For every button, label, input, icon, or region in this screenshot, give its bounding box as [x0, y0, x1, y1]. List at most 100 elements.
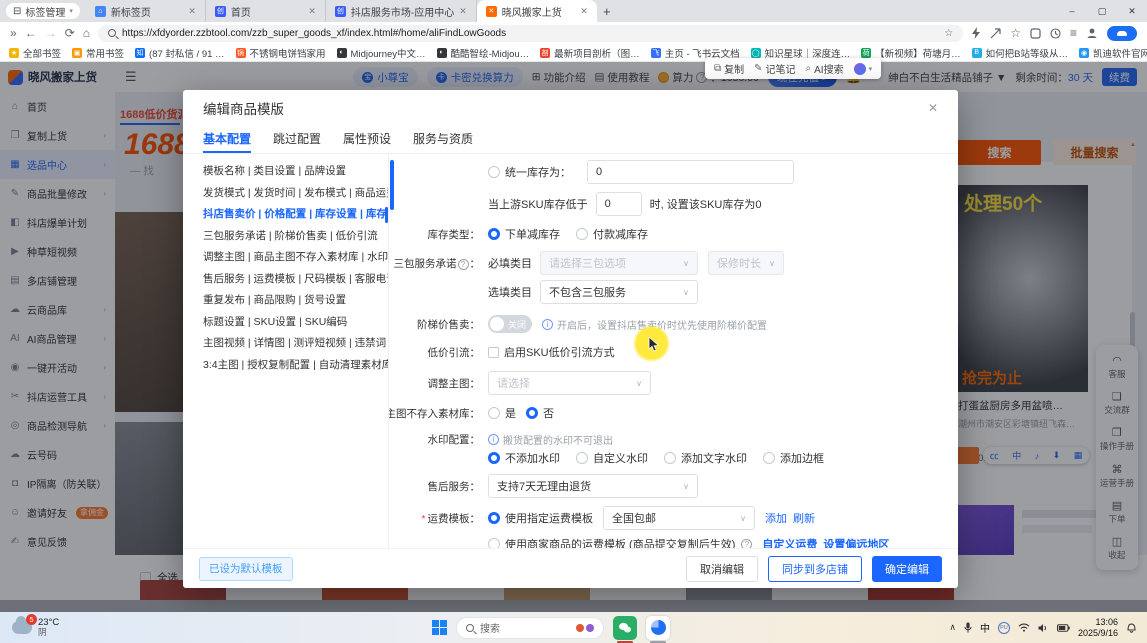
taskbar-search[interactable]: 搜索: [456, 617, 604, 639]
modal-tab[interactable]: 跳过配置: [273, 126, 321, 153]
refresh-freight-link[interactable]: 刷新: [793, 510, 815, 526]
bookmark-item[interactable]: 剖 最新项目剖析（图…: [540, 46, 640, 60]
tab-manager-button[interactable]: ⊟ 标签管理 ▾: [6, 3, 80, 19]
main-image-yes-radio[interactable]: 是: [488, 405, 516, 421]
watermark-option-radio[interactable]: 不添加水印: [488, 450, 560, 466]
bookmark-item[interactable]: ◉ 凯迪软件官网-商…: [1079, 46, 1147, 60]
modal-menu-item[interactable]: 三包服务承诺 | 阶梯价售卖 | 低价引流: [203, 226, 388, 248]
adjust-main-select[interactable]: 请选择∨: [488, 371, 651, 395]
history-icon[interactable]: [1050, 28, 1061, 39]
browser-tab[interactable]: 创 首页 ✕: [206, 0, 326, 22]
cancel-edit-button[interactable]: 取消编辑: [686, 556, 758, 582]
bookmark-item[interactable]: B 如何把B站等级从…: [972, 46, 1068, 60]
clock[interactable]: 13:06 2025/9/16: [1078, 617, 1118, 638]
tab-close-icon[interactable]: ✕: [188, 6, 196, 17]
browser-tab[interactable]: ✕ 晓风搬家上货 ✕: [477, 0, 597, 22]
tab-close-icon[interactable]: ✕: [459, 6, 467, 17]
aftersale-select[interactable]: 支持7天无理由退货∨: [488, 474, 698, 498]
note-button[interactable]: ✎记笔记: [754, 61, 795, 76]
profile-icon[interactable]: [1086, 27, 1098, 39]
toolbar-avatar-menu[interactable]: ▾: [854, 63, 873, 75]
remote-area-link[interactable]: 设置偏远地区: [823, 536, 889, 548]
form-scrollbar-thumb[interactable]: [390, 160, 394, 210]
lightning-icon[interactable]: [971, 27, 981, 39]
bookmark-star-icon[interactable]: ☆: [944, 28, 953, 39]
bookmark-item[interactable]: ★ 全部书签: [9, 46, 61, 60]
tier-price-toggle[interactable]: 关闭: [488, 315, 532, 333]
tray-app-icon[interactable]: PU: [998, 622, 1010, 634]
forward-button[interactable]: →: [45, 26, 57, 40]
new-tab-button[interactable]: +: [597, 4, 617, 19]
confirm-edit-button[interactable]: 确定编辑: [872, 556, 942, 582]
add-freight-link[interactable]: 添加: [765, 510, 787, 526]
extension-icon[interactable]: [1030, 28, 1041, 39]
watermark-option-radio[interactable]: 添加边框: [763, 450, 824, 466]
main-image-no-radio[interactable]: 否: [526, 405, 554, 421]
bookmark-item[interactable]: 知 (87 封私信 / 91 …: [135, 46, 225, 60]
freight-template-select[interactable]: 全国包邮∨: [603, 506, 755, 530]
notification-center-icon[interactable]: [1126, 622, 1137, 633]
extensions-overflow-icon[interactable]: »: [10, 26, 17, 40]
warranty-select[interactable]: 保修时长∨: [708, 251, 784, 275]
tab-close-icon[interactable]: ✕: [580, 6, 588, 17]
cloud-sync-pill[interactable]: [1107, 26, 1137, 41]
star-icon[interactable]: ☆: [1010, 26, 1021, 40]
bookmark-item[interactable]: 锅 不锈钢电饼铛家用: [236, 46, 326, 60]
tab-close-icon[interactable]: ✕: [308, 6, 316, 17]
low-stock-input[interactable]: 0: [596, 192, 642, 216]
battery-icon[interactable]: [1057, 624, 1070, 632]
weather-widget[interactable]: 5 23°C 阴: [0, 618, 59, 638]
modal-menu-item[interactable]: 标题设置 | SKU设置 | SKU编码: [203, 312, 388, 334]
close-window-button[interactable]: ✕: [1117, 0, 1147, 22]
bookmark-item[interactable]: ▣ 常用书签: [72, 46, 124, 60]
sanbao-select[interactable]: 请选择三包选项∨: [540, 251, 698, 275]
speaker-icon[interactable]: [1038, 623, 1049, 633]
low-price-checkbox[interactable]: 启用SKU低价引流方式: [488, 344, 615, 360]
copy-button[interactable]: ⧉复制: [714, 61, 744, 76]
browser-tab[interactable]: ⌂ 新标签页 ✕: [86, 0, 206, 22]
watermark-option-radio[interactable]: 自定义水印: [576, 450, 648, 466]
default-template-button[interactable]: 已设为默认模板: [199, 557, 293, 581]
modal-menu-item[interactable]: 模板名称 | 类目设置 | 品牌设置: [203, 161, 388, 183]
minimize-button[interactable]: –: [1057, 0, 1087, 22]
modal-menu-item[interactable]: 主图视频 | 详情图 | 测评短视频 | 违禁词: [203, 333, 388, 355]
modal-tab[interactable]: 服务与资质: [413, 126, 473, 153]
start-button[interactable]: [432, 620, 447, 635]
wifi-icon[interactable]: [1018, 623, 1030, 632]
back-button[interactable]: ←: [25, 26, 37, 40]
unified-stock-radio[interactable]: 统一库存为：: [488, 164, 571, 180]
url-bar[interactable]: https://xfdyorder.zzbtool.com/zzb_super_…: [98, 25, 963, 42]
modal-menu-item[interactable]: 重复发布 | 商品限购 | 货号设置: [203, 290, 388, 312]
tray-expand-icon[interactable]: ∧: [949, 622, 956, 633]
watermark-option-radio[interactable]: 添加文字水印: [664, 450, 747, 466]
stock-type-order-radio[interactable]: 下单减库存: [488, 226, 560, 242]
home-button[interactable]: ⌂: [83, 26, 90, 40]
browser-tab[interactable]: 创 抖店服务市场-应用中心 ✕: [326, 0, 477, 22]
reload-button[interactable]: ⟳: [65, 26, 75, 40]
modal-menu-item[interactable]: 售后服务 | 运费模板 | 尺码模板 | 客服电话: [203, 269, 388, 291]
microphone-icon[interactable]: [964, 622, 972, 633]
share-icon[interactable]: [990, 28, 1001, 39]
modal-menu-item[interactable]: 发货模式 | 发货时间 | 发布模式 | 商品运费处理: [203, 183, 388, 205]
optional-sanbao-select[interactable]: 不包含三包服务∨: [540, 280, 698, 304]
sync-multi-store-button[interactable]: 同步到多店铺: [768, 556, 862, 582]
close-icon[interactable]: ✕: [928, 101, 938, 115]
maximize-button[interactable]: ▢: [1087, 0, 1117, 22]
modal-tab[interactable]: 基本配置: [203, 126, 251, 153]
freight-specified-radio[interactable]: 使用指定运费模板: [488, 510, 593, 526]
modal-tab[interactable]: 属性预设: [343, 126, 391, 153]
ime-indicator[interactable]: 中: [980, 620, 990, 635]
wechat-app-icon[interactable]: [613, 616, 637, 640]
custom-freight-link[interactable]: 自定义运费: [762, 536, 817, 548]
modal-menu-item[interactable]: 3:4主图 | 授权复制配置 | 自动清理素材库: [203, 355, 388, 377]
modal-menu-item[interactable]: 抖店售卖价 | 价格配置 | 库存设置 | 库存类型: [203, 204, 388, 226]
bookmark-item[interactable]: ◐ 酷酷智绘-Midjou…: [437, 46, 530, 60]
freight-merchant-radio[interactable]: 使用商家商品的运费模板 (商品提交复制后生效): [488, 536, 735, 548]
unified-stock-input[interactable]: 0: [587, 160, 794, 184]
stock-type-payment-radio[interactable]: 付款减库存: [576, 226, 648, 242]
menu-icon[interactable]: ≡: [1070, 26, 1077, 40]
bookmark-item[interactable]: ◐ Midjourney中文…: [337, 46, 426, 60]
ai-search-button[interactable]: ⌕AI搜索: [806, 61, 844, 76]
browser-app-icon[interactable]: [646, 616, 670, 640]
modal-menu-item[interactable]: 调整主图 | 商品主图不存入素材库 | 水印配置: [203, 247, 388, 269]
